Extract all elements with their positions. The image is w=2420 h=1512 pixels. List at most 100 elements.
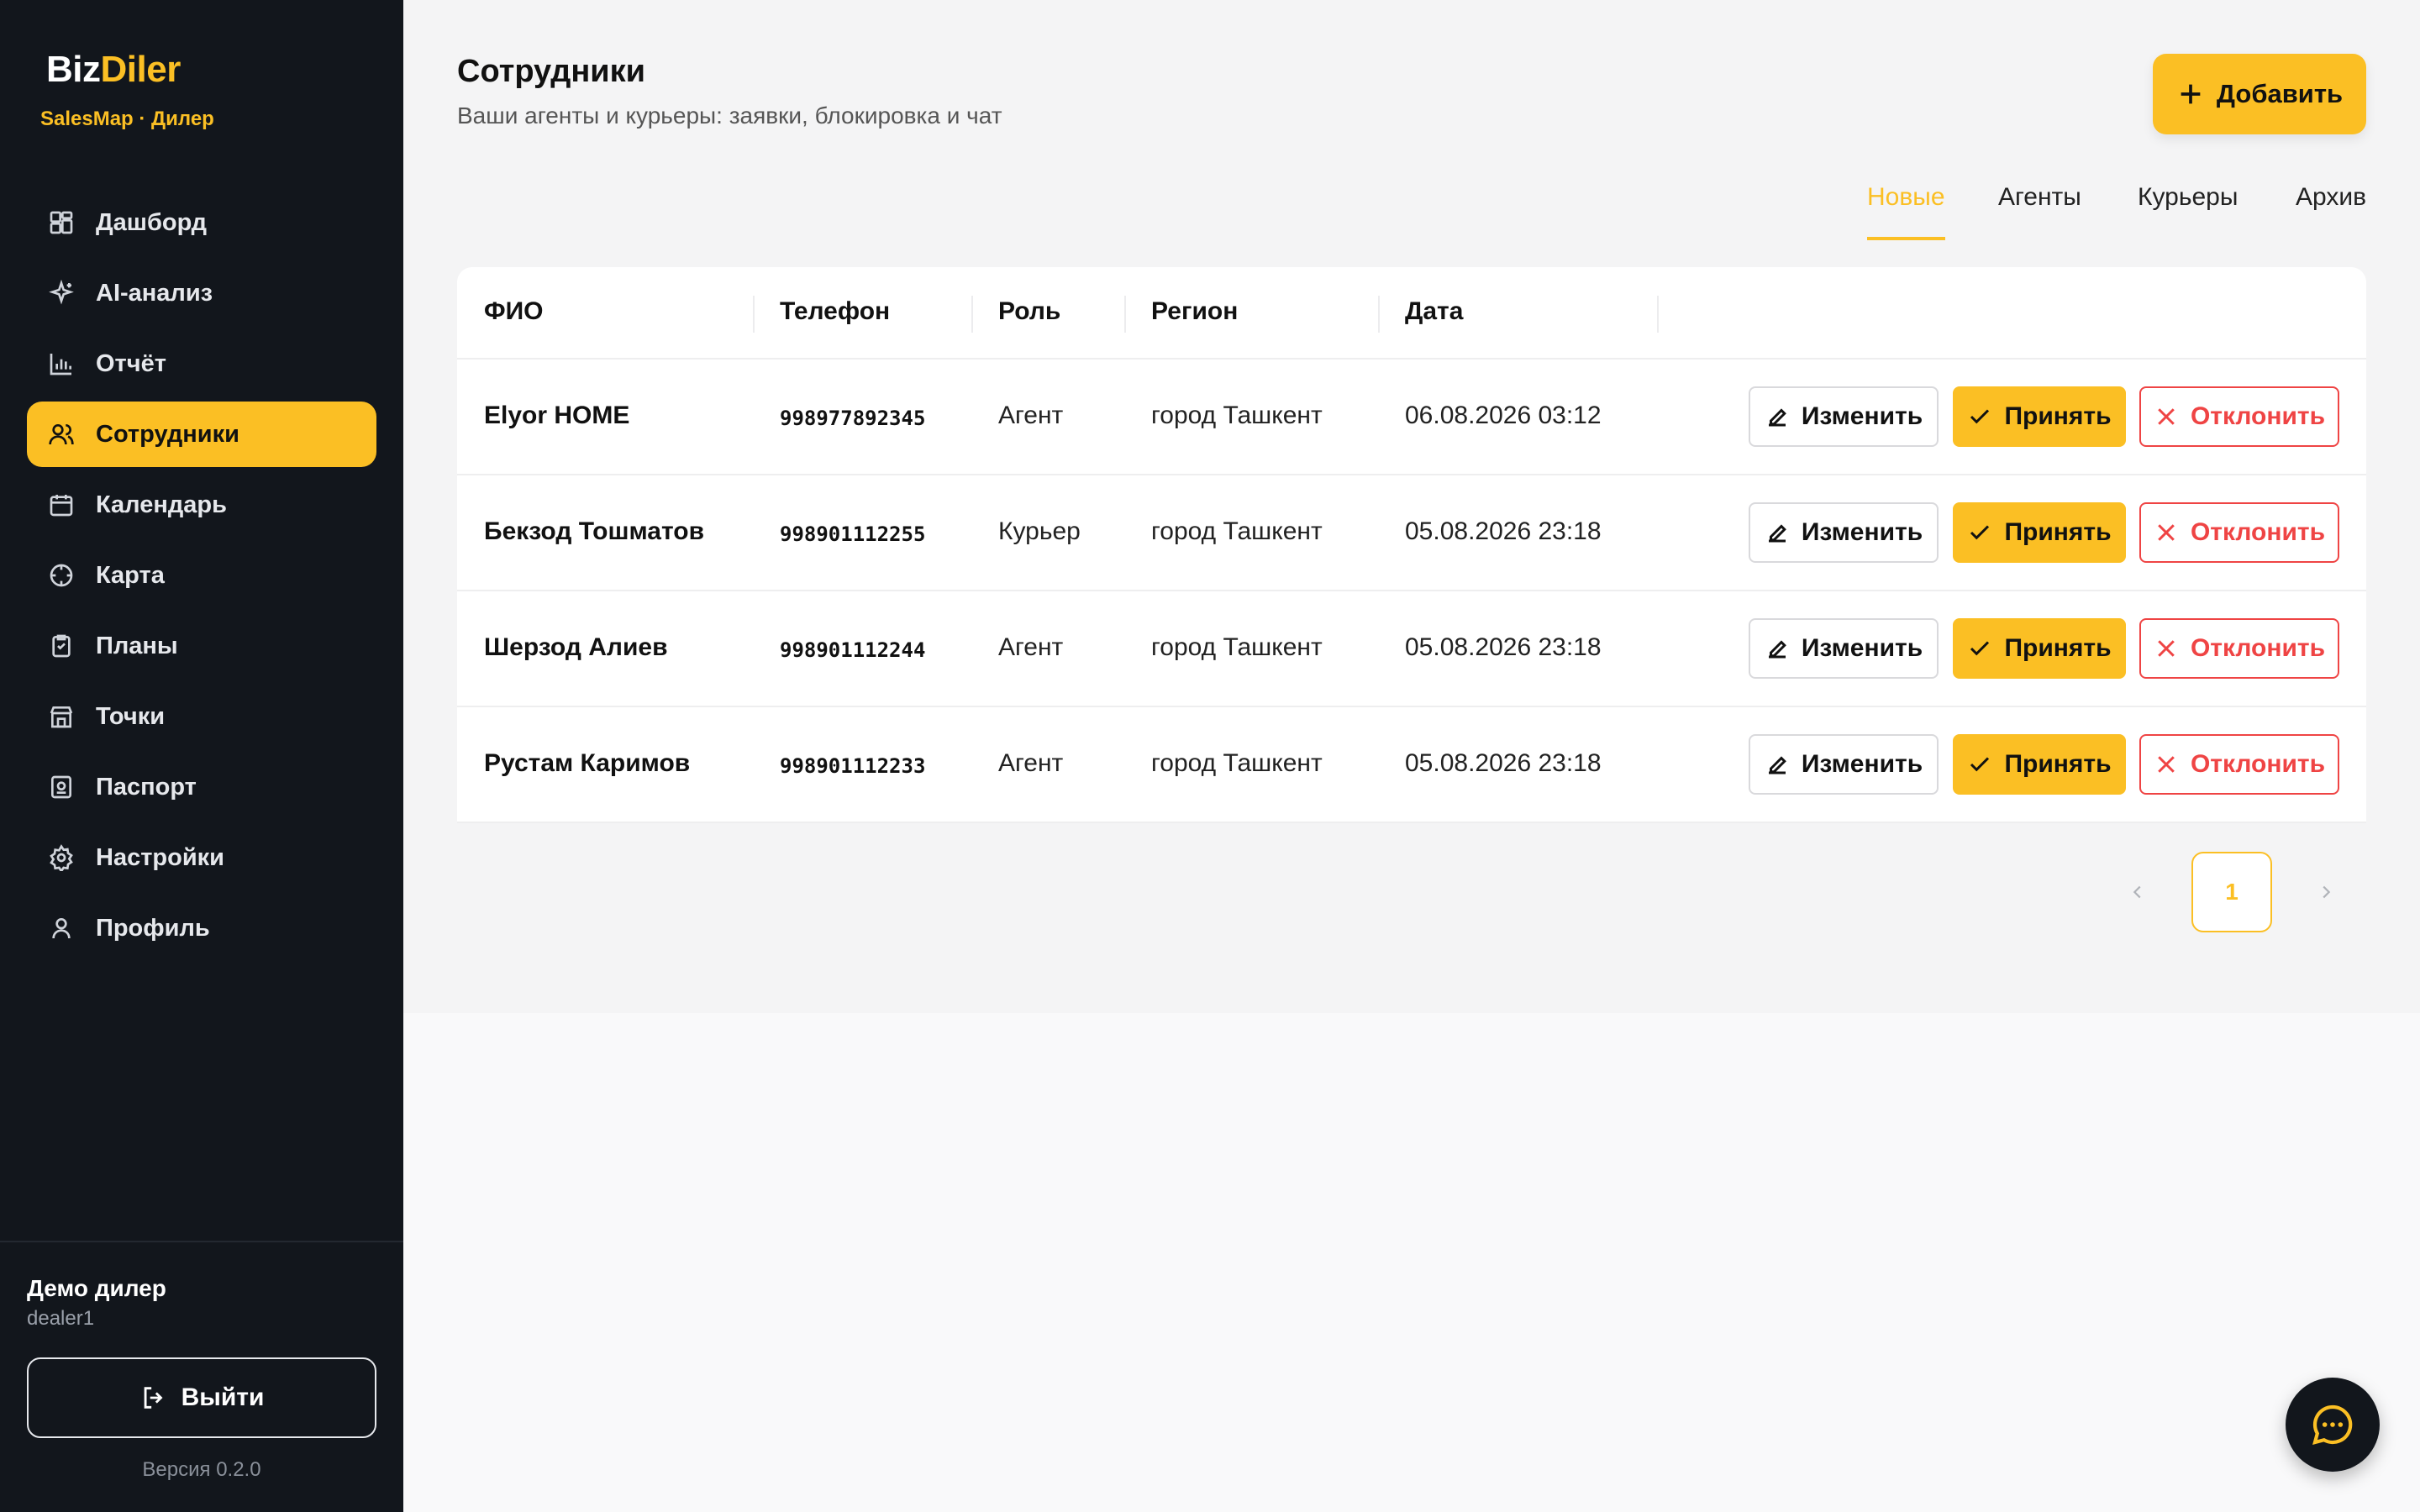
employee-role: Агент xyxy=(998,402,1064,429)
reject-button[interactable]: Отклонить xyxy=(2139,734,2339,795)
sidebar-item-passport[interactable]: Паспорт xyxy=(27,754,376,820)
reject-button[interactable]: Отклонить xyxy=(2139,618,2339,679)
sidebar-item-label: Точки xyxy=(96,702,166,730)
accept-button[interactable]: Принять xyxy=(1953,386,2126,447)
close-icon xyxy=(2158,756,2175,773)
check-icon xyxy=(1970,525,1990,540)
employee-date: 05.08.2026 23:18 xyxy=(1405,749,1602,777)
close-icon xyxy=(2158,524,2175,541)
sidebar-nav: Дашборд AI-анализ Отчёт Сотрудники Кален… xyxy=(27,190,376,966)
chat-bubble-icon xyxy=(2312,1404,2353,1445)
reject-label: Отклонить xyxy=(2190,518,2326,546)
sidebar-item-label: Дашборд xyxy=(96,208,207,236)
sidebar-item-map[interactable]: Карта xyxy=(27,543,376,608)
column-separator xyxy=(971,296,973,333)
passport-icon xyxy=(47,773,76,801)
sidebar-item-plans[interactable]: Планы xyxy=(27,613,376,679)
sidebar-item-label: Сотрудники xyxy=(96,420,239,448)
edit-button[interactable]: Изменить xyxy=(1749,618,1939,679)
sidebar-item-report[interactable]: Отчёт xyxy=(27,331,376,396)
edit-label: Изменить xyxy=(1801,750,1923,778)
chevron-left-icon xyxy=(2133,885,2141,899)
column-header-name[interactable]: ФИО xyxy=(484,297,544,326)
column-header-region[interactable]: Регион xyxy=(1151,297,1238,326)
table-header: ФИО Телефон Роль Регион Дата xyxy=(457,267,2366,360)
edit-button[interactable]: Изменить xyxy=(1749,734,1939,795)
app-version: Версия 0.2.0 xyxy=(142,1458,261,1481)
calendar-icon xyxy=(47,491,76,519)
table-row: Рустам Каримов 998901112233 Агент город … xyxy=(457,707,2366,823)
add-button-label: Добавить xyxy=(2216,79,2344,108)
column-separator xyxy=(1124,296,1126,333)
column-header-date[interactable]: Дата xyxy=(1405,297,1463,326)
tab-new[interactable]: Новые xyxy=(1867,183,1945,240)
employee-region: город Ташкент xyxy=(1151,749,1323,777)
reject-button[interactable]: Отклонить xyxy=(2139,386,2339,447)
sidebar-item-ai-analysis[interactable]: AI-анализ xyxy=(27,260,376,326)
sidebar-item-label: Настройки xyxy=(96,843,225,871)
logout-label: Выйти xyxy=(181,1383,265,1411)
employee-phone: 998901112244 xyxy=(780,638,926,662)
sidebar-item-points[interactable]: Точки xyxy=(27,684,376,749)
close-icon xyxy=(2158,640,2175,657)
accept-button[interactable]: Принять xyxy=(1953,502,2126,563)
logout-icon xyxy=(144,1387,163,1409)
employee-role: Агент xyxy=(998,633,1064,661)
page-title: Сотрудники xyxy=(457,54,646,89)
employee-phone: 998901112233 xyxy=(780,754,926,778)
sidebar-item-label: AI-анализ xyxy=(96,279,213,307)
users-icon xyxy=(47,420,76,449)
clipboard-icon xyxy=(47,632,76,660)
column-separator xyxy=(1657,296,1659,333)
pagination-next-button[interactable] xyxy=(2309,874,2343,911)
edit-label: Изменить xyxy=(1801,518,1923,546)
current-user-login: dealer1 xyxy=(27,1307,95,1330)
accept-button[interactable]: Принять xyxy=(1953,618,2126,679)
employee-date: 06.08.2026 03:12 xyxy=(1405,402,1602,429)
table-row: Elyor HOME 998977892345 Агент город Ташк… xyxy=(457,360,2366,475)
chat-button[interactable] xyxy=(2286,1378,2380,1472)
bar-chart-icon xyxy=(47,349,76,378)
sidebar-item-profile[interactable]: Профиль xyxy=(27,895,376,961)
sidebar-item-label: Паспорт xyxy=(96,773,197,801)
column-header-phone[interactable]: Телефон xyxy=(780,297,890,326)
tab-agents[interactable]: Агенты xyxy=(1998,183,2081,240)
logout-button[interactable]: Выйти xyxy=(27,1357,376,1438)
table-row: Бекзод Тошматов 998901112255 Курьер горо… xyxy=(457,475,2366,591)
employee-phone: 998901112255 xyxy=(780,522,926,546)
sidebar-item-label: Карта xyxy=(96,561,165,589)
reject-label: Отклонить xyxy=(2190,750,2326,778)
brand-logo[interactable]: BizDiler xyxy=(46,49,181,91)
page-subtitle: Ваши агенты и курьеры: заявки, блокировк… xyxy=(457,102,1002,129)
check-icon xyxy=(1970,757,1990,772)
employee-region: город Ташкент xyxy=(1151,633,1323,661)
accept-button[interactable]: Принять xyxy=(1953,734,2126,795)
edit-button[interactable]: Изменить xyxy=(1749,502,1939,563)
reject-button[interactable]: Отклонить xyxy=(2139,502,2339,563)
column-header-role[interactable]: Роль xyxy=(998,297,1060,326)
reject-label: Отклонить xyxy=(2190,402,2326,430)
employee-role: Курьер xyxy=(998,517,1081,545)
sidebar: BizDiler SalesMap · Дилер Дашборд AI-ана… xyxy=(0,0,403,1512)
pagination-page-button[interactable]: 1 xyxy=(2191,852,2272,932)
add-employee-button[interactable]: Добавить xyxy=(2153,54,2366,134)
tab-couriers[interactable]: Курьеры xyxy=(2138,183,2238,240)
sidebar-item-label: Планы xyxy=(96,632,178,659)
sidebar-item-employees[interactable]: Сотрудники xyxy=(27,402,376,467)
employee-name: Рустам Каримов xyxy=(484,749,691,777)
sidebar-item-calendar[interactable]: Календарь xyxy=(27,472,376,538)
sidebar-item-dashboard[interactable]: Дашборд xyxy=(27,190,376,255)
employee-name: Elyor HOME xyxy=(484,402,630,429)
tab-archive[interactable]: Архив xyxy=(2296,183,2366,240)
employee-name: Бекзод Тошматов xyxy=(484,517,705,545)
check-icon xyxy=(1970,641,1990,656)
edit-button[interactable]: Изменить xyxy=(1749,386,1939,447)
sidebar-item-label: Отчёт xyxy=(96,349,166,377)
edit-label: Изменить xyxy=(1801,402,1923,430)
sidebar-item-settings[interactable]: Настройки xyxy=(27,825,376,890)
sidebar-item-label: Календарь xyxy=(96,491,227,518)
pagination-prev-button[interactable] xyxy=(2121,874,2154,911)
column-separator xyxy=(1378,296,1380,333)
accept-label: Принять xyxy=(2004,402,2112,430)
employee-date: 05.08.2026 23:18 xyxy=(1405,633,1602,661)
